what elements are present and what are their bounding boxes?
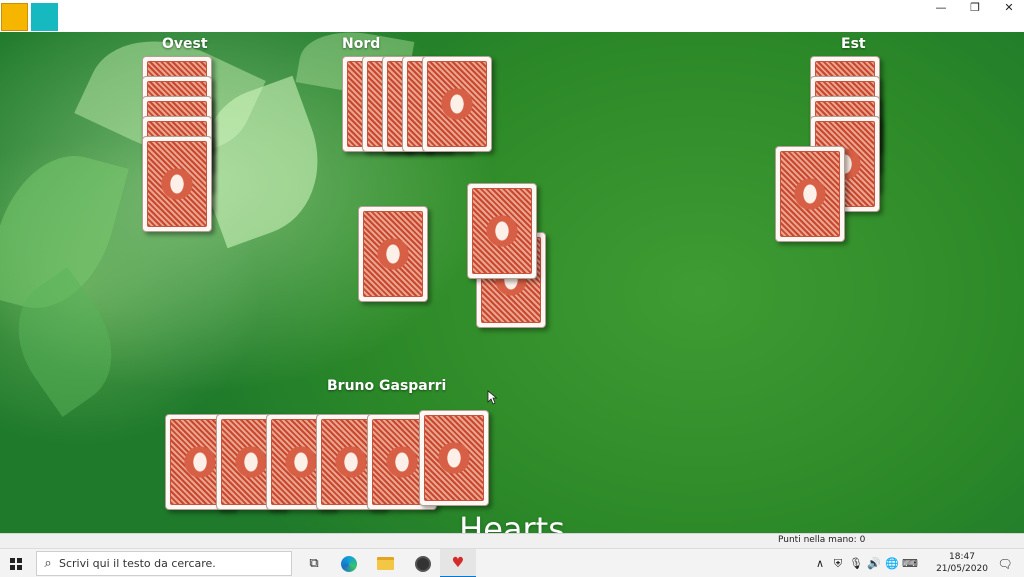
- shield-icon: ⛨: [833, 556, 843, 570]
- taskbar: ⌕ Scrivi qui il testo da cercare. ⧉ ♥ ∧ …: [0, 548, 1024, 577]
- south-hand-card[interactable]: [419, 410, 489, 506]
- file-explorer-button[interactable]: [367, 549, 403, 577]
- edge-icon: [341, 555, 357, 572]
- network-icon: 🌐: [885, 557, 899, 570]
- notification-center-button[interactable]: 🗨: [994, 549, 1016, 577]
- tray-security-button[interactable]: ⛨: [830, 549, 846, 577]
- start-button[interactable]: [6, 549, 26, 577]
- obs-app-button[interactable]: [405, 549, 441, 577]
- tray-network-button[interactable]: 🌐: [884, 549, 900, 577]
- points-in-hand: Punti nella mano: 0: [778, 535, 866, 545]
- folder-icon: [376, 557, 394, 570]
- task-view-button[interactable]: ⧉: [296, 549, 332, 577]
- title-bar: — ❐ ✕: [0, 0, 1024, 61]
- tray-volume-button[interactable]: 🔊: [866, 549, 882, 577]
- status-bar: Punti nella mano: 0: [0, 533, 1024, 548]
- chevron-up-icon: ∧: [815, 557, 825, 570]
- player-name-south: Bruno Gasparri: [327, 378, 447, 394]
- obs-icon: [415, 555, 431, 572]
- tray-mic-button[interactable]: 🎙: [848, 549, 864, 577]
- logo-teal-square: [31, 3, 58, 31]
- trick-card-west: [358, 206, 428, 302]
- microphone-icon: 🎙: [849, 557, 863, 570]
- clock-date: 21/05/2020: [936, 564, 988, 574]
- search-icon: ⌕: [44, 556, 52, 571]
- player-name-west: Ovest: [162, 36, 208, 52]
- tray-keyboard-button[interactable]: ⌨: [902, 549, 918, 577]
- close-button[interactable]: ✕: [986, 0, 1024, 14]
- clock-time: 18:47: [949, 552, 975, 562]
- north-hand-card: [422, 56, 492, 152]
- windows-logo-icon: [10, 557, 23, 570]
- tray-overflow-button[interactable]: ∧: [812, 549, 828, 577]
- volume-icon: 🔊: [867, 557, 881, 570]
- west-hand-card: [142, 136, 212, 232]
- east-played-card: [775, 146, 845, 242]
- player-name-east: Est: [841, 36, 866, 52]
- hearts-app-button[interactable]: ♥: [440, 549, 476, 577]
- search-placeholder: Scrivi qui il testo da cercare.: [59, 557, 216, 570]
- keyboard-icon: ⌨: [902, 557, 918, 570]
- trick-card-north: [467, 183, 537, 279]
- hearts-icon: ♥: [451, 554, 465, 571]
- edge-app-button[interactable]: [331, 549, 367, 577]
- notification-icon: 🗨: [997, 556, 1013, 571]
- logo-yellow-square: [1, 3, 28, 31]
- game-table: Ovest Nord Est Bruno Gasparri: [0, 32, 1024, 533]
- task-view-icon: ⧉: [309, 556, 319, 571]
- taskbar-clock[interactable]: 18:47 21/05/2020: [936, 551, 988, 575]
- taskbar-search[interactable]: ⌕ Scrivi qui il testo da cercare.: [36, 551, 292, 576]
- player-name-north: Nord: [342, 36, 381, 52]
- mouse-cursor-icon: [487, 390, 497, 405]
